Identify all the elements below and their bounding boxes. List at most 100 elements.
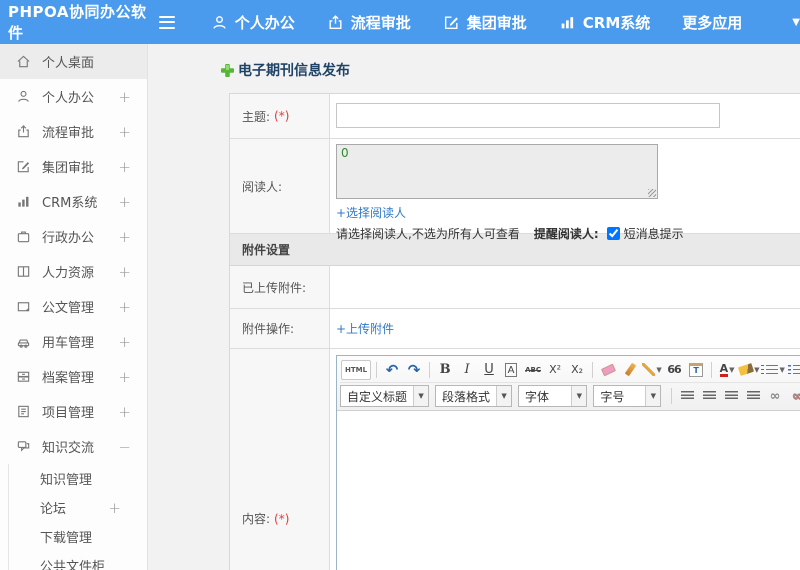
remove-link-icon[interactable]: ∞ — [787, 386, 800, 406]
editor-toolbar: HTML ↶ ↷ B I U A ABC X² X₂ ▼ 66 T A ▼ ▼ … — [337, 356, 800, 411]
hamburger-menu-icon[interactable] — [159, 15, 175, 29]
expand-plus-icon[interactable]: + — [108, 499, 121, 517]
sidebar-item-project-management[interactable]: 项目管理 + — [0, 394, 147, 429]
subscript-button[interactable]: X₂ — [567, 360, 587, 380]
font-family-select[interactable]: 字体 ▼ — [518, 385, 588, 407]
choose-readers-link[interactable]: +选择阅读人 — [336, 206, 406, 220]
chevron-down-icon: ▼ — [496, 386, 512, 406]
font-size-select[interactable]: 字号 ▼ — [593, 385, 662, 407]
font-color-button[interactable]: A ▼ — [717, 360, 737, 380]
expand-plus-icon[interactable]: + — [118, 123, 131, 141]
publish-form: 主题: (*) 阅读人: 0 +选择阅读人 请选择阅读人,不选为所有人可查看 提… — [229, 93, 800, 570]
superscript-button[interactable]: X² — [545, 360, 565, 380]
upload-attachment-link[interactable]: +上传附件 — [336, 320, 394, 337]
redo-icon[interactable]: ↷ — [404, 360, 424, 380]
format-brush-icon[interactable] — [620, 360, 640, 380]
underline-button[interactable]: U — [479, 360, 499, 380]
chevron-down-icon: ▼ — [645, 386, 661, 406]
share-arrow-icon — [327, 14, 344, 31]
paragraph-format-select[interactable]: 段落格式 ▼ — [435, 385, 513, 407]
sidebar-item-personal-desktop[interactable]: 个人桌面 — [0, 44, 147, 79]
subject-row: 主题: (*) — [230, 94, 800, 139]
sidebar-item-document-management[interactable]: 公文管理 + — [0, 289, 147, 324]
expand-plus-icon[interactable]: + — [118, 368, 131, 386]
expand-plus-icon[interactable]: + — [118, 88, 131, 106]
chevron-down-icon: ▼ — [413, 386, 429, 406]
sidebar-item-download-management[interactable]: 下载管理 — [9, 522, 147, 551]
nav-more-apps[interactable]: 更多应用 — [682, 12, 742, 33]
readers-textarea[interactable]: 0 — [336, 144, 658, 199]
book-icon — [16, 264, 31, 279]
sidebar-item-workflow-approval[interactable]: 流程审批 + — [0, 114, 147, 149]
expand-plus-icon[interactable]: + — [118, 228, 131, 246]
nav-label: 个人办公 — [234, 13, 295, 32]
sidebar-item-archive-management[interactable]: 档案管理 + — [0, 359, 147, 394]
expand-plus-icon[interactable]: + — [118, 403, 131, 421]
green-plus-icon — [221, 63, 234, 77]
sidebar: 个人桌面 个人办公 + 流程审批 + 集团审批 + CRM系统 + 行政办公 + — [0, 44, 148, 570]
expand-plus-icon[interactable]: + — [118, 298, 131, 316]
align-justify-icon[interactable] — [743, 386, 763, 406]
sidebar-item-personal-office[interactable]: 个人办公 + — [0, 79, 147, 114]
bold-button[interactable]: B — [435, 360, 455, 380]
expand-plus-icon[interactable]: + — [118, 158, 131, 176]
sidebar-item-group-approval[interactable]: 集团审批 + — [0, 149, 147, 184]
font-name-button[interactable]: A — [504, 362, 518, 377]
editor-content-area[interactable] — [337, 411, 800, 570]
chat-bubbles-icon — [16, 439, 31, 454]
page-title: 电子期刊信息发布 — [238, 63, 350, 79]
page-title-row: 电子期刊信息发布 — [221, 60, 800, 80]
nav-workflow-approval[interactable]: 流程审批 — [327, 12, 411, 33]
sidebar-item-vehicle-management[interactable]: 用车管理 + — [0, 324, 147, 359]
align-center-icon[interactable] — [699, 386, 719, 406]
readers-label-cell: 阅读人: — [230, 139, 330, 233]
user-icon — [16, 89, 31, 104]
content-label-cell: 内容: (*) — [230, 349, 330, 570]
nav-personal-office[interactable]: 个人办公 — [211, 12, 295, 33]
top-header-bar: PHPOA协同办公软件 个人办公 流程审批 集团审批 CRM系统 更多应用 ▼ — [0, 0, 800, 44]
undo-icon[interactable]: ↶ — [382, 360, 402, 380]
subject-input[interactable] — [336, 103, 720, 128]
sidebar-item-admin-office[interactable]: 行政办公 + — [0, 219, 147, 254]
document-icon — [16, 299, 31, 314]
sidebar-item-public-file-cabinet[interactable]: 公共文件柜 — [9, 551, 147, 570]
expand-plus-icon[interactable]: + — [118, 333, 131, 351]
attachment-actions-row: 附件操作: +上传附件 — [230, 309, 800, 349]
readers-hint-text: 请选择阅读人,不选为所有人可查看 — [336, 227, 520, 241]
resize-handle[interactable] — [648, 189, 656, 197]
align-right-icon[interactable] — [721, 386, 741, 406]
collapse-minus-icon[interactable]: − — [118, 438, 131, 456]
main-content: 电子期刊信息发布 主题: (*) 阅读人: 0 +选择阅读人 请选择阅读人,不选… — [148, 44, 800, 570]
sidebar-item-knowledge-exchange[interactable]: 知识交流 − — [0, 429, 147, 464]
html-source-button[interactable]: HTML — [341, 359, 372, 380]
rich-text-editor: HTML ↶ ↷ B I U A ABC X² X₂ ▼ 66 T A ▼ ▼ … — [336, 355, 800, 570]
ordered-list-icon[interactable]: ▼ — [761, 360, 785, 380]
expand-plus-icon[interactable]: + — [118, 263, 131, 281]
subject-label-cell: 主题: (*) — [230, 94, 330, 138]
briefcase-icon — [16, 229, 31, 244]
sidebar-item-knowledge-management[interactable]: 知识管理 — [9, 464, 147, 493]
uploaded-attachments-row: 已上传附件: — [230, 266, 800, 309]
sms-remind-checkbox[interactable] — [606, 227, 620, 240]
unordered-list-icon[interactable] — [787, 360, 800, 380]
align-left-icon[interactable] — [677, 386, 697, 406]
nav-group-approval[interactable]: 集团审批 — [443, 12, 527, 33]
italic-button[interactable]: I — [457, 360, 477, 380]
strikethrough-button[interactable]: ABC — [523, 360, 543, 380]
auto-typeset-wand-icon[interactable]: ▼ — [642, 360, 662, 380]
sidebar-item-human-resources[interactable]: 人力资源 + — [0, 254, 147, 289]
insert-link-icon[interactable]: ∞ — [765, 386, 785, 406]
highlight-color-icon[interactable]: ▼ — [738, 360, 759, 380]
paste-as-text-icon[interactable]: T — [686, 360, 706, 380]
expand-plus-icon[interactable]: + — [118, 193, 131, 211]
share-arrow-icon — [16, 124, 31, 139]
chevron-down-icon[interactable]: ▼ — [792, 17, 800, 28]
sidebar-item-forum[interactable]: 论坛 + — [9, 493, 147, 522]
required-mark: (*) — [274, 109, 290, 123]
sidebar-item-crm-system[interactable]: CRM系统 + — [0, 184, 147, 219]
nav-crm-system[interactable]: CRM系统 — [559, 12, 650, 33]
edit-icon — [443, 14, 460, 31]
heading-style-select[interactable]: 自定义标题 ▼ — [340, 385, 430, 407]
remove-format-eraser-icon[interactable] — [598, 360, 618, 380]
blockquote-button[interactable]: 66 — [664, 360, 684, 380]
